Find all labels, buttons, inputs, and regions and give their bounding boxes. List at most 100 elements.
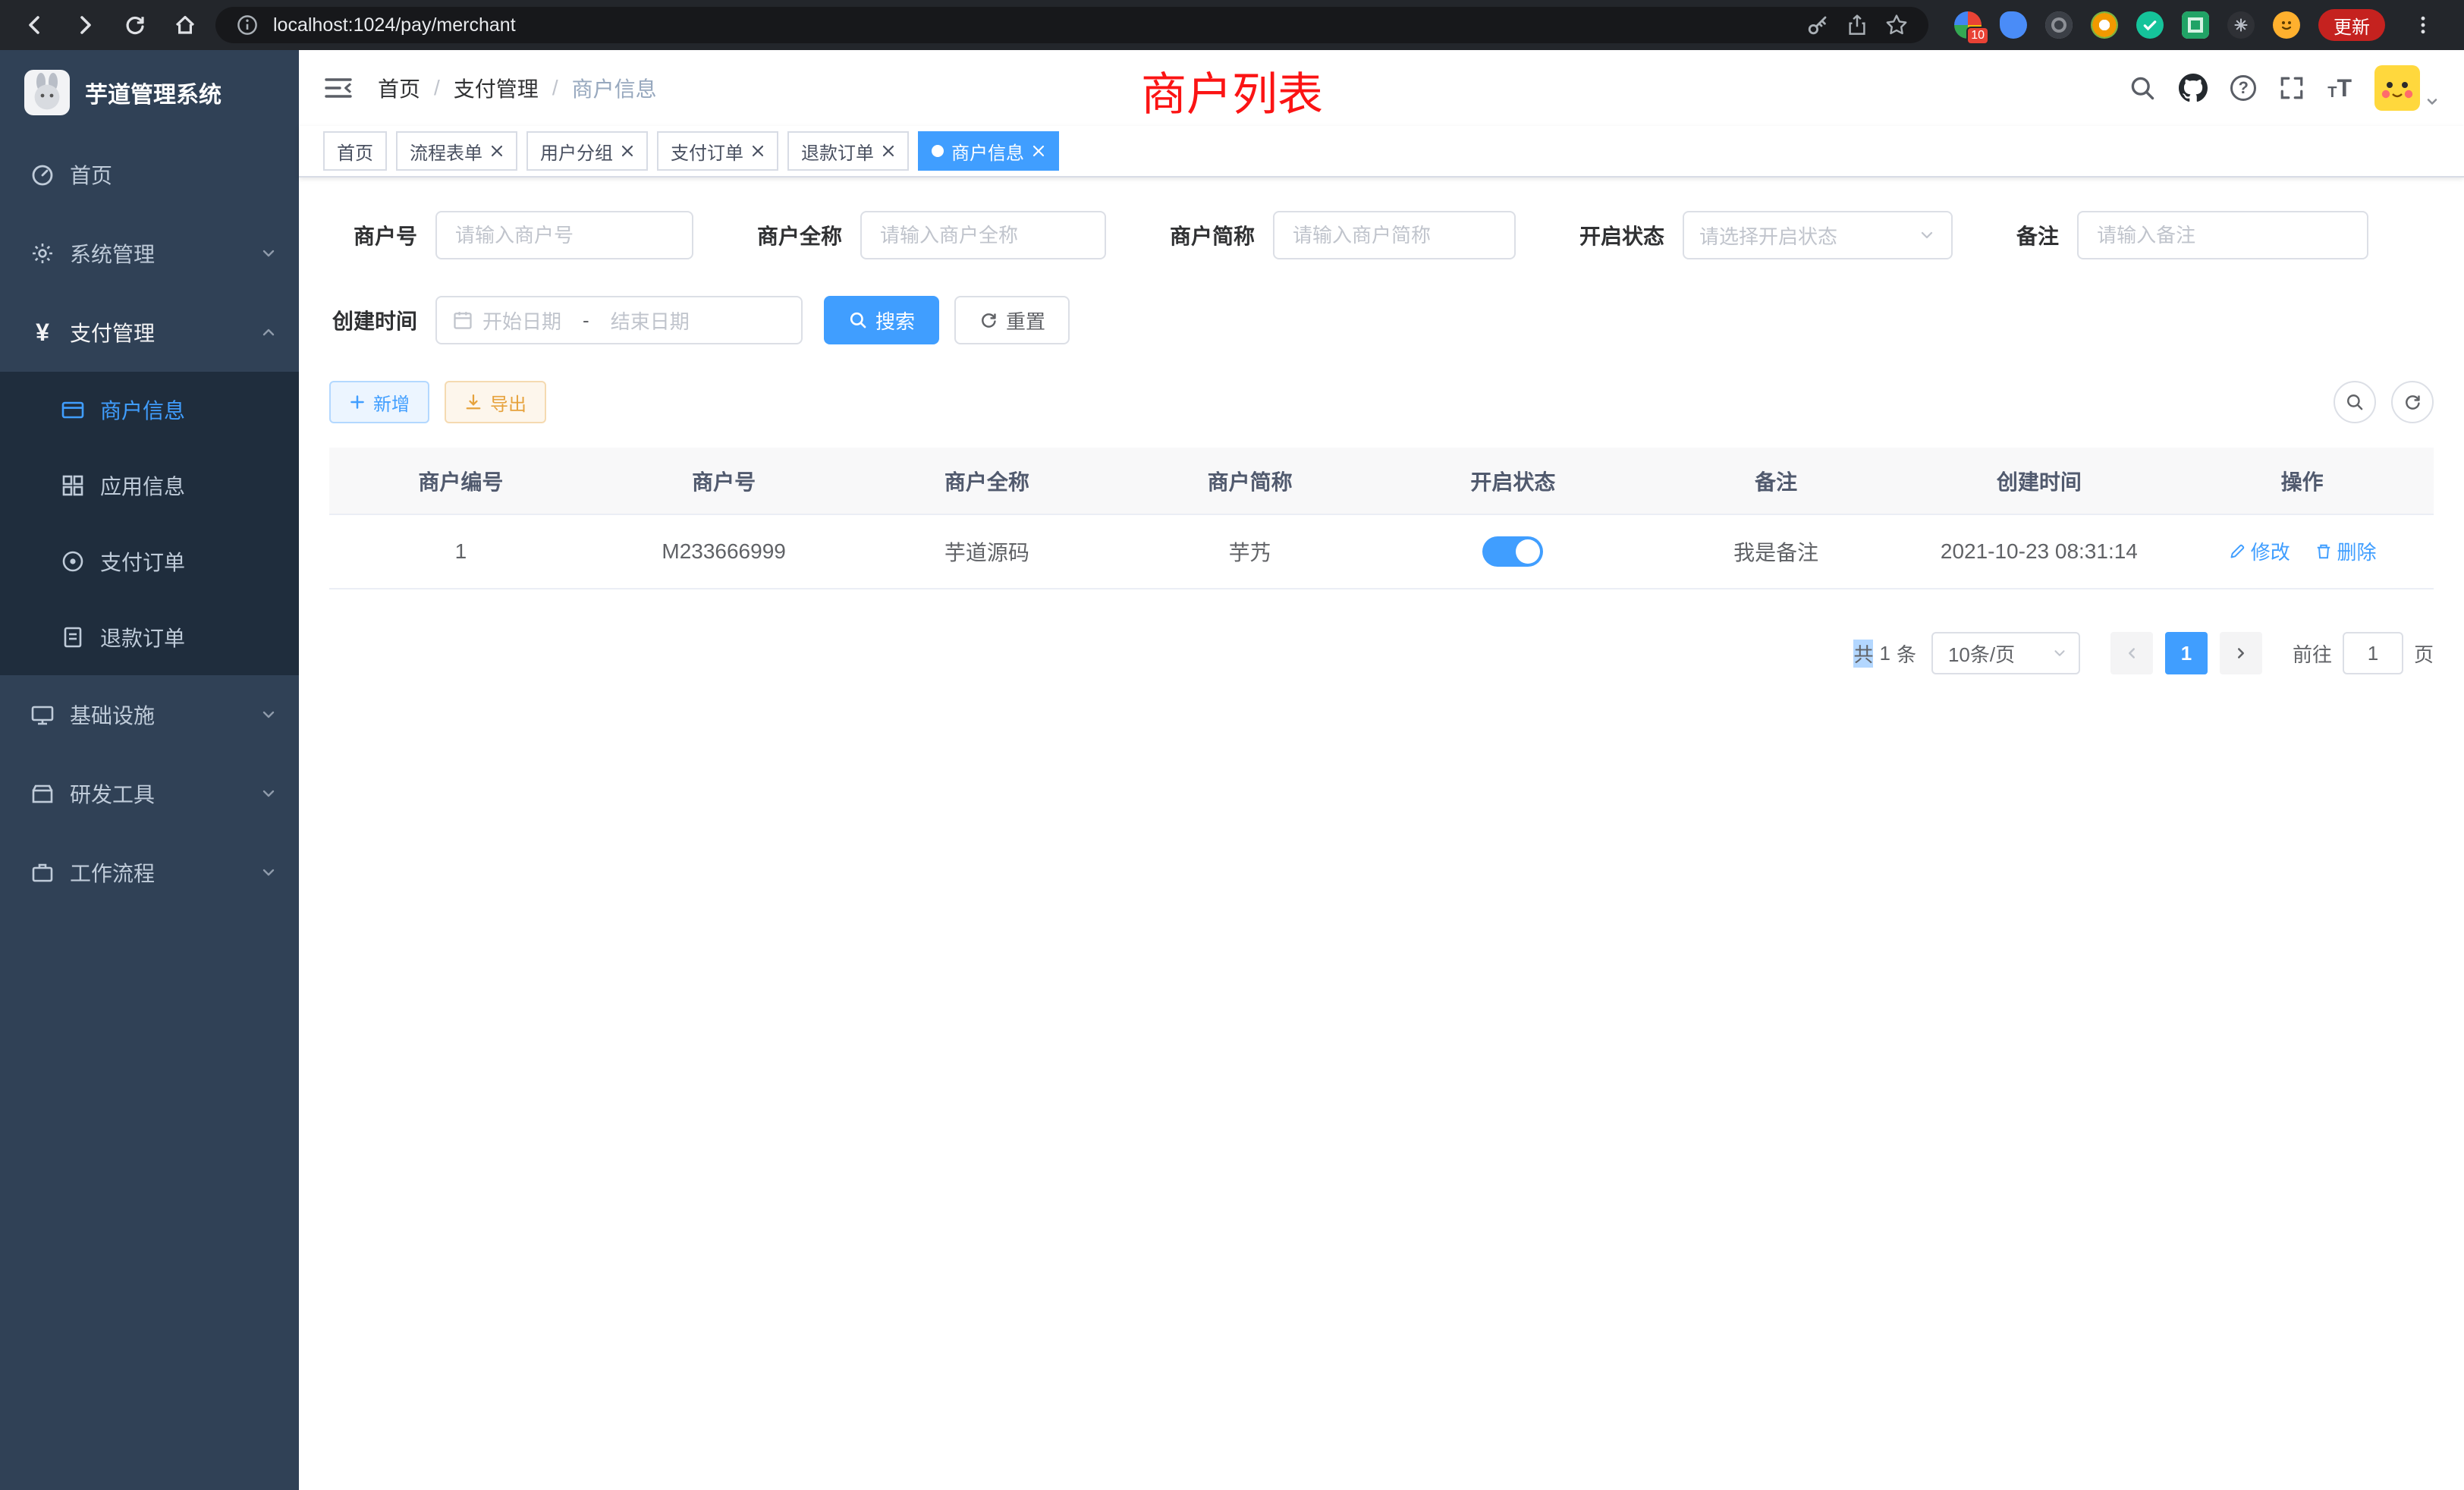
sidebar-item-app-info[interactable]: 应用信息 — [0, 448, 299, 523]
tab-pay-order[interactable]: 支付订单 — [657, 131, 778, 171]
sidebar-item-payment[interactable]: ¥ 支付管理 — [0, 293, 299, 372]
extension-icon[interactable] — [2000, 11, 2027, 39]
status-select[interactable]: 请选择开启状态 — [1683, 211, 1953, 259]
cell-actions: 修改 删除 — [2170, 514, 2434, 589]
add-button[interactable]: 新增 — [329, 381, 429, 423]
sidebar-item-merchant-info[interactable]: 商户信息 — [0, 372, 299, 448]
extension-icon[interactable] — [2091, 11, 2118, 39]
edit-button[interactable]: 修改 — [2228, 537, 2290, 565]
tab-process-form[interactable]: 流程表单 — [396, 131, 517, 171]
browser-menu-kebab-icon[interactable] — [2403, 5, 2443, 45]
cell-status — [1381, 514, 1645, 589]
close-icon[interactable] — [751, 144, 765, 158]
reset-button[interactable]: 重置 — [954, 296, 1070, 344]
bookmark-star-icon[interactable] — [1883, 11, 1910, 39]
gear-icon — [30, 241, 55, 266]
extension-icon[interactable] — [2136, 11, 2164, 39]
cell-remark: 我是备注 — [1645, 514, 1908, 589]
back-icon[interactable] — [15, 5, 55, 45]
sidebar-fold-icon[interactable] — [323, 75, 354, 101]
chevron-down-icon — [259, 784, 278, 803]
col-header: 开启状态 — [1381, 448, 1645, 514]
extension-icon[interactable]: 10 — [1954, 11, 1982, 39]
address-bar[interactable]: localhost:1024/pay/merchant — [215, 7, 1928, 43]
url-text[interactable]: localhost:1024/pay/merchant — [273, 14, 1792, 36]
date-separator: - — [570, 309, 602, 332]
main-area: 首页 / 支付管理 / 商户信息 ? TT — [299, 50, 2464, 1490]
close-icon[interactable] — [621, 144, 634, 158]
sidebar-item-workflow[interactable]: 工作流程 — [0, 833, 299, 912]
page-size-select[interactable]: 10条/页 — [1931, 632, 2080, 674]
font-size-icon[interactable]: TT — [2327, 76, 2352, 100]
close-icon[interactable] — [882, 144, 895, 158]
col-header: 商户编号 — [329, 448, 592, 514]
share-icon[interactable] — [1843, 11, 1871, 39]
tabs-bar: 首页 流程表单 用户分组 支付订单 退款订单 商户信息 — [299, 126, 2464, 178]
short-name-label: 商户简称 — [1170, 220, 1255, 250]
sidebar-item-home[interactable]: 首页 — [0, 135, 299, 214]
export-button[interactable]: 导出 — [445, 381, 546, 423]
status-label: 开启状态 — [1579, 220, 1664, 250]
chevron-up-icon — [259, 323, 278, 341]
cell-short-name: 芋艿 — [1118, 514, 1381, 589]
extension-icon[interactable] — [2045, 11, 2073, 39]
refresh-icon[interactable] — [2391, 381, 2434, 423]
tab-refund-order[interactable]: 退款订单 — [787, 131, 909, 171]
sidebar-item-dev-tools[interactable]: 研发工具 — [0, 754, 299, 833]
sidebar: 芋道管理系统 首页 系统管理 ¥ 支付管理 商户信息 — [0, 50, 299, 1490]
cell-merchant-no: M233666999 — [592, 514, 856, 589]
next-page-button[interactable] — [2220, 632, 2262, 674]
extension-icon[interactable] — [2227, 11, 2255, 39]
toolbox-icon — [30, 781, 55, 806]
page-number-button[interactable]: 1 — [2165, 632, 2208, 674]
close-icon[interactable] — [490, 144, 504, 158]
fullscreen-icon[interactable] — [2279, 75, 2305, 101]
prev-page-button[interactable] — [2110, 632, 2153, 674]
page-info-icon[interactable] — [234, 11, 261, 39]
sidebar-item-refund-order[interactable]: 退款订单 — [0, 599, 299, 675]
full-name-input[interactable] — [860, 211, 1106, 259]
breadcrumb-payment[interactable]: 支付管理 — [454, 73, 539, 103]
search-icon[interactable] — [2129, 74, 2156, 102]
short-name-input[interactable] — [1273, 211, 1516, 259]
close-icon[interactable] — [1032, 144, 1045, 158]
status-toggle[interactable] — [1482, 536, 1543, 567]
github-icon[interactable] — [2179, 74, 2208, 102]
toggle-search-icon[interactable] — [2334, 381, 2376, 423]
navbar-tools: ? TT — [2129, 65, 2440, 111]
delete-button[interactable]: 删除 — [2315, 537, 2377, 565]
user-avatar[interactable] — [2374, 65, 2440, 111]
merchant-no-input[interactable] — [435, 211, 693, 259]
breadcrumb-separator: / — [552, 76, 558, 100]
extension-icon[interactable] — [2182, 11, 2209, 39]
password-key-icon[interactable] — [1804, 11, 1831, 39]
browser-update-button[interactable]: 更新 — [2318, 9, 2385, 41]
breadcrumb-separator: / — [434, 76, 440, 100]
sidebar-item-pay-order[interactable]: 支付订单 — [0, 523, 299, 599]
help-icon[interactable]: ? — [2230, 75, 2256, 101]
date-end-placeholder: 结束日期 — [611, 306, 690, 335]
app-logo[interactable]: 芋道管理系统 — [0, 50, 299, 135]
goto-page: 前往 页 — [2293, 632, 2434, 674]
chevron-down-icon — [259, 706, 278, 724]
tab-merchant-info[interactable]: 商户信息 — [918, 131, 1059, 171]
sidebar-item-system[interactable]: 系统管理 — [0, 214, 299, 293]
browser-toolbar: localhost:1024/pay/merchant 10 更新 — [0, 0, 2464, 50]
remark-input[interactable] — [2077, 211, 2368, 259]
breadcrumb-home[interactable]: 首页 — [378, 73, 420, 103]
table-header-row: 商户编号 商户号 商户全称 商户简称 开启状态 备注 创建时间 操作 — [329, 448, 2434, 514]
extension-icon[interactable] — [2273, 11, 2300, 39]
tab-user-group[interactable]: 用户分组 — [526, 131, 648, 171]
grid-icon — [61, 473, 85, 498]
yen-icon: ¥ — [30, 319, 55, 347]
forward-icon[interactable] — [65, 5, 105, 45]
goto-page-input[interactable] — [2343, 632, 2403, 674]
home-icon[interactable] — [165, 5, 205, 45]
tab-home[interactable]: 首页 — [323, 131, 387, 171]
reload-icon[interactable] — [115, 5, 155, 45]
search-button[interactable]: 搜索 — [824, 296, 939, 344]
date-range-picker[interactable]: 开始日期 - 结束日期 — [435, 296, 803, 344]
filter-row-2: 创建时间 开始日期 - 结束日期 搜索 重置 — [329, 296, 2434, 344]
monitor-icon — [30, 703, 55, 727]
sidebar-item-infra[interactable]: 基础设施 — [0, 675, 299, 754]
